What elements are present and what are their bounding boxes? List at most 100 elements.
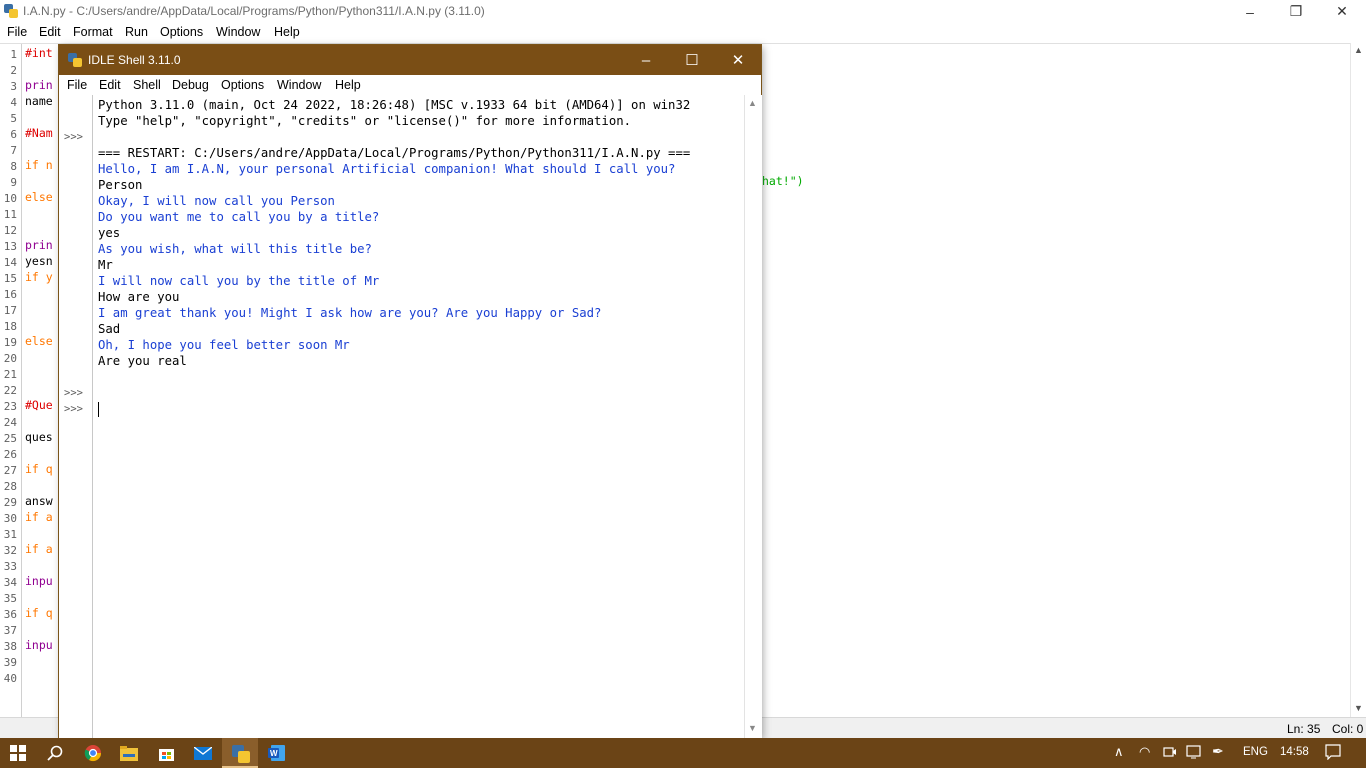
notification-icon[interactable] [1325,744,1341,765]
shell-line: Mr [98,258,113,272]
chevron-up-icon[interactable]: ∧ [1114,744,1124,760]
python-idle-icon[interactable] [222,738,258,768]
meet-now-icon[interactable] [1163,745,1177,764]
menu-run[interactable]: Run [125,25,148,39]
editor-vertical-scrollbar[interactable]: ▲ ▼ [1350,43,1366,717]
code-line: ques [25,430,53,444]
line-number: 8 [10,160,17,173]
windows-start-icon[interactable] [0,738,36,768]
search-icon[interactable] [37,738,73,768]
line-number: 10 [3,192,17,205]
shell-minimize-button[interactable]: – [623,45,669,75]
column-indicator: Col: 0 [1332,722,1364,736]
line-number: 3 [10,80,17,93]
line-number: 29 [3,496,17,509]
close-button[interactable]: ✕ [1319,0,1365,23]
wifi-icon[interactable]: ◠ [1139,744,1150,760]
shell-maximize-button[interactable]: ☐ [669,45,715,75]
menu-format[interactable]: Format [73,25,113,39]
code-line: prin [25,238,53,252]
scroll-down-icon[interactable]: ▼ [748,723,757,733]
pen-icon[interactable]: ✒ [1212,743,1224,760]
shell-vertical-scrollbar[interactable]: ▲ ▼ [744,95,762,738]
line-number: 15 [3,272,17,285]
shell-menu-window[interactable]: Window [277,78,321,92]
store-icon[interactable] [148,738,184,768]
line-number: 1 [10,48,17,61]
scroll-up-icon[interactable]: ▲ [1354,45,1363,55]
shell-line: Do you want me to call you by a title? [98,210,380,224]
line-number-gutter: 1 2 3 4 5 6 7 8 9 10 11 12 13 14 15 16 1… [0,44,22,717]
shell-menu-help[interactable]: Help [335,78,361,92]
language-indicator[interactable]: ENG [1243,746,1268,758]
shell-menu-options[interactable]: Options [221,78,264,92]
minimize-button[interactable]: – [1227,0,1273,23]
menu-file[interactable]: File [7,25,27,39]
editor-title-bar[interactable]: I.A.N.py - C:/Users/andre/AppData/Local/… [0,0,1366,23]
line-number: 12 [3,224,17,237]
line-number: 17 [3,304,17,317]
shell-menu-debug[interactable]: Debug [172,78,209,92]
line-number: 30 [3,512,17,525]
idle-shell-window: IDLE Shell 3.11.0 – ☐ ✕ File Edit Shell … [59,45,762,738]
shell-menu-edit[interactable]: Edit [99,78,121,92]
shell-line: Hello, I am I.A.N, your personal Artific… [98,162,676,176]
menu-window[interactable]: Window [216,25,260,39]
shell-title-bar[interactable]: IDLE Shell 3.11.0 – ☐ ✕ [59,45,761,75]
code-line: if q [25,606,53,620]
code-line: #Nam [25,126,53,140]
chrome-icon[interactable] [75,738,111,768]
scroll-down-icon[interactable]: ▼ [1354,703,1363,713]
editor-menu-bar: File Edit Format Run Options Window Help [0,23,1366,43]
shell-line: Python 3.11.0 (main, Oct 24 2022, 18:26:… [98,98,691,112]
code-line: else [25,190,53,204]
line-number: 25 [3,432,17,445]
line-number: 11 [3,208,17,221]
shell-menu-shell[interactable]: Shell [133,78,161,92]
line-number: 38 [3,640,17,653]
menu-options[interactable]: Options [160,25,203,39]
line-number: 19 [3,336,17,349]
shell-line: Are you real [98,354,187,368]
code-line: name [25,94,53,108]
text-cursor [98,402,99,417]
line-number: 34 [3,576,17,589]
line-number: 26 [3,448,17,461]
line-number: 31 [3,528,17,541]
shell-output-area[interactable]: Python 3.11.0 (main, Oct 24 2022, 18:26:… [98,95,743,738]
code-line: if q [25,462,53,476]
menu-edit[interactable]: Edit [39,25,61,39]
code-line: if a [25,542,53,556]
shell-prompt-gutter: >>> >>> >>> [59,95,93,738]
line-number: 5 [10,112,17,125]
line-number: 20 [3,352,17,365]
line-number: 14 [3,256,17,269]
line-indicator: Ln: 35 [1287,722,1321,736]
line-number: 13 [3,240,17,253]
scroll-up-icon[interactable]: ▲ [748,98,757,108]
mail-icon[interactable] [185,738,221,768]
code-line: if y [25,270,53,284]
line-number: 9 [10,176,17,189]
python-file-icon [4,4,18,18]
code-line: else [25,334,53,348]
file-explorer-icon[interactable] [111,738,147,768]
line-number: 23 [3,400,17,413]
shell-prompt: >>> [64,131,83,143]
line-number: 7 [10,144,17,157]
shell-line: I am great thank you! Might I ask how ar… [98,306,602,320]
display-icon[interactable] [1186,745,1201,764]
line-number: 16 [3,288,17,301]
line-number: 2 [10,64,17,77]
line-number: 6 [10,128,17,141]
word-icon[interactable]: W [259,738,295,768]
restore-button[interactable]: ❐ [1273,0,1319,23]
editor-window-title: I.A.N.py - C:/Users/andre/AppData/Local/… [23,4,485,18]
shell-prompt: >>> [64,387,83,399]
shell-close-button[interactable]: ✕ [715,45,761,75]
menu-help[interactable]: Help [274,25,300,39]
clock[interactable]: 14:58 [1280,746,1309,758]
line-number: 35 [3,592,17,605]
shell-menu-file[interactable]: File [67,78,87,92]
shell-line: Type "help", "copyright", "credits" or "… [98,114,632,128]
